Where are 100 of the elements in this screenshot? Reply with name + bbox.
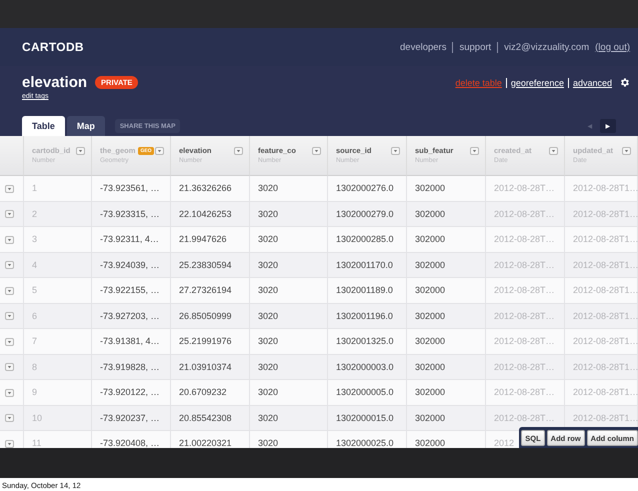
row-menu-icon[interactable] bbox=[5, 388, 14, 397]
action-link[interactable]: advanced bbox=[572, 78, 612, 88]
table-cell: 3020 bbox=[250, 354, 328, 380]
table-cell: 26.85050999 bbox=[171, 304, 250, 329]
table-cell: -73.920122, … bbox=[92, 380, 171, 406]
table-cell: 302000 bbox=[407, 202, 486, 227]
table-cell: 2012-08-28T… bbox=[486, 354, 565, 380]
column-menu-icon[interactable] bbox=[312, 147, 321, 155]
table-cell: -73.92311, 4… bbox=[92, 227, 171, 252]
table-cell: 302000 bbox=[407, 354, 486, 380]
table-cell: 21.9947626 bbox=[171, 227, 250, 252]
table-cell: -73.91381, 4… bbox=[92, 329, 171, 354]
table-cell: 302000 bbox=[407, 431, 486, 448]
table-cell: 1302000279.0 bbox=[328, 202, 407, 227]
table-cell: 2 bbox=[24, 202, 92, 227]
table-cell: 11 bbox=[24, 431, 92, 448]
nav-link[interactable]: (log out) bbox=[595, 42, 630, 52]
column-menu-icon[interactable] bbox=[470, 147, 479, 155]
row-menu-icon[interactable] bbox=[5, 184, 14, 193]
table-cell: 2012-08-28T… bbox=[486, 329, 565, 354]
row-menu-icon[interactable] bbox=[5, 210, 14, 218]
table-cell: 302000 bbox=[407, 304, 486, 329]
table-cell: 2012-08-28T… bbox=[486, 176, 565, 202]
table-cell: 21.36326266 bbox=[171, 176, 250, 202]
table-cell: 1302000276.0 bbox=[328, 176, 407, 202]
tab[interactable]: Map bbox=[66, 116, 105, 136]
table-cell: 3020 bbox=[250, 406, 328, 431]
column-menu-icon[interactable] bbox=[622, 147, 631, 155]
table-cell: 20.85542308 bbox=[171, 406, 250, 431]
table-cell: 3020 bbox=[250, 304, 328, 329]
column-menu-icon[interactable] bbox=[549, 147, 558, 155]
table-cell: 1 bbox=[24, 176, 92, 202]
table-cell: 21.03910374 bbox=[171, 354, 250, 380]
table-cell: 2012-08-28T… bbox=[486, 227, 565, 252]
table-cell: 22.10426253 bbox=[171, 202, 250, 227]
table-cell: 2012-08-28T1… bbox=[565, 227, 638, 252]
table-cell: 1302000003.0 bbox=[328, 354, 407, 380]
table-cell: 302000 bbox=[407, 278, 486, 304]
row-menu-icon[interactable] bbox=[5, 312, 14, 320]
table-cell: 2012-08-28T… bbox=[486, 380, 565, 406]
table-cell: 1302000005.0 bbox=[328, 380, 407, 406]
table-cell: 21.00220321 bbox=[171, 431, 250, 448]
row-menu-icon[interactable] bbox=[5, 236, 14, 244]
table-cell: 302000 bbox=[407, 329, 486, 354]
table-cell: 2012-08-28T… bbox=[486, 304, 565, 329]
logo[interactable]: CARTODB bbox=[22, 40, 84, 54]
table-cell: -73.920408, … bbox=[92, 431, 171, 448]
table-cell: 1302001189.0 bbox=[328, 278, 407, 304]
table-cell: 25.21991976 bbox=[171, 329, 250, 354]
table-cell: 20.6709232 bbox=[171, 380, 250, 406]
table-cell: 2012-08-28T… bbox=[486, 202, 565, 227]
table-cell: 3 bbox=[24, 227, 92, 252]
nav-link[interactable]: developers bbox=[400, 42, 446, 52]
table-cell: -73.920237, … bbox=[92, 406, 171, 431]
table-cell: 1302001196.0 bbox=[328, 304, 407, 329]
table-cell: 10 bbox=[24, 406, 92, 431]
row-menu-icon[interactable] bbox=[5, 338, 14, 346]
table-cell: 1302000025.0 bbox=[328, 431, 407, 448]
row-menu-icon[interactable] bbox=[5, 363, 14, 372]
settings-icon[interactable] bbox=[619, 77, 630, 88]
row-menu-icon[interactable] bbox=[5, 261, 14, 270]
table-cell: 27.27326194 bbox=[171, 278, 250, 304]
table-cell: 3020 bbox=[250, 252, 328, 278]
table-cell: 2012-08-28T1… bbox=[565, 354, 638, 380]
row-menu-icon[interactable] bbox=[5, 414, 14, 422]
column-menu-icon[interactable] bbox=[391, 147, 400, 155]
tab[interactable]: Table bbox=[22, 116, 65, 136]
table-cell: 5 bbox=[24, 278, 92, 304]
table-cell: 302000 bbox=[407, 227, 486, 252]
table-cell: -73.919828, … bbox=[92, 354, 171, 380]
user-email: viz2@vizzuality.com bbox=[504, 42, 590, 52]
table-cell: 2012-08-28T… bbox=[486, 278, 565, 304]
column-menu-icon[interactable] bbox=[234, 147, 243, 155]
table-cell: 7 bbox=[24, 329, 92, 354]
nav-link[interactable]: support bbox=[459, 42, 492, 52]
table-cell: 1302000015.0 bbox=[328, 406, 407, 431]
table-cell: 2012-08-28T1… bbox=[565, 202, 638, 227]
table-cell: 6 bbox=[24, 304, 92, 329]
table-title: elevation bbox=[22, 74, 88, 91]
table-cell: -73.923315, … bbox=[92, 202, 171, 227]
table-cell: -73.922155, … bbox=[92, 278, 171, 304]
table-cell: 25.23830594 bbox=[171, 252, 250, 278]
table-cell: 9 bbox=[24, 380, 92, 406]
table-cell: 302000 bbox=[407, 380, 486, 406]
table-cell: 3020 bbox=[250, 227, 328, 252]
table-cell: 302000 bbox=[407, 406, 486, 431]
column-menu-icon[interactable] bbox=[76, 147, 85, 155]
column-menu-icon[interactable] bbox=[155, 147, 164, 155]
row-menu-icon[interactable] bbox=[5, 440, 14, 448]
table-cell: 3020 bbox=[250, 431, 328, 448]
table-cell: 2012-08-28T1… bbox=[565, 304, 638, 329]
table-cell: 1302001170.0 bbox=[328, 252, 407, 278]
table-cell: 4 bbox=[24, 252, 92, 278]
table-cell: -73.924039, … bbox=[92, 252, 171, 278]
table-cell: 2012-08-28T… bbox=[486, 252, 565, 278]
action-link[interactable]: georeference bbox=[510, 78, 564, 88]
table-cell: 302000 bbox=[407, 252, 486, 278]
row-menu-icon[interactable] bbox=[5, 286, 14, 295]
table-cell: 3020 bbox=[250, 278, 328, 304]
table-cell: 3020 bbox=[250, 380, 328, 406]
